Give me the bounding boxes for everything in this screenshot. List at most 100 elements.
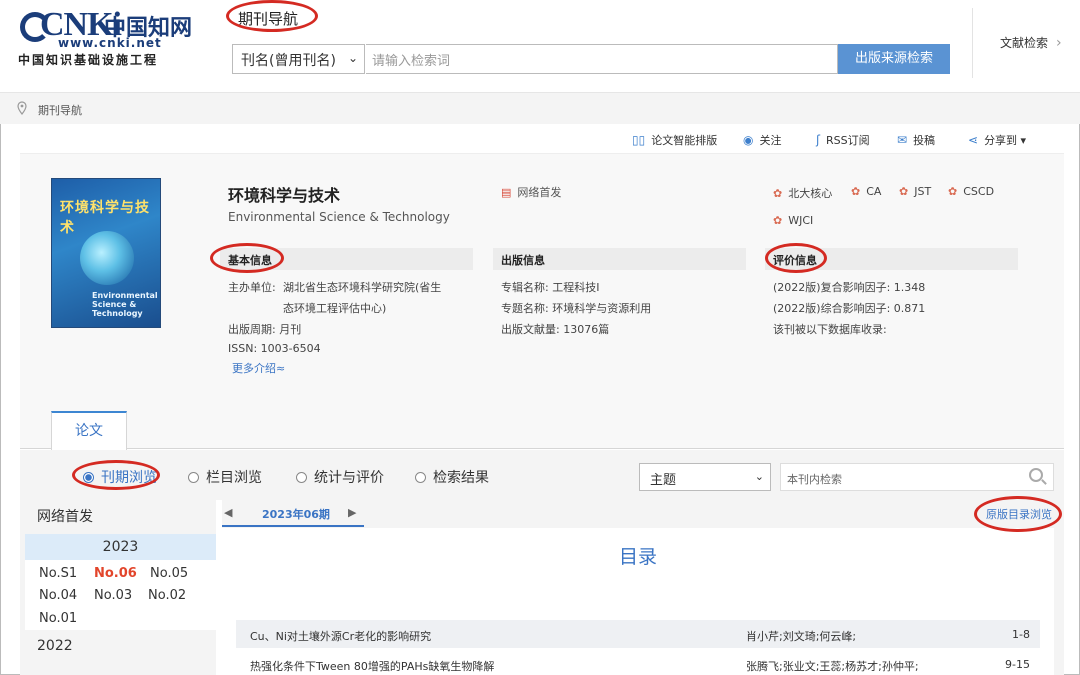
topic-name: 专题名称: 环境科学与资源利用: [501, 302, 652, 315]
rss-icon: ʃ: [816, 133, 821, 147]
chevron-down-icon: ⌄: [347, 51, 358, 65]
award-icon: ✿: [773, 187, 783, 200]
award-icon: ✿: [948, 185, 958, 198]
logo-subtitle: 中国知识基础设施工程: [18, 53, 159, 67]
network-first-heading[interactable]: 网络首发: [37, 506, 93, 526]
badge-label: 北大核心: [788, 187, 833, 200]
journal-title: 环境科学与技术: [228, 186, 341, 205]
location-pin-icon: [17, 101, 27, 115]
current-issue: 2023年06期: [262, 508, 330, 521]
badge-pku: ✿ 北大核心: [773, 185, 832, 201]
search-field-select[interactable]: 刊名(曾用刊名) ⌄: [232, 44, 365, 74]
issue-link[interactable]: No.S1: [39, 566, 77, 581]
article-authors[interactable]: 张腾飞;张业文;王蕊;杨苏才;孙仲平;: [746, 658, 919, 674]
site-header: CNKi 中国知网 www.cnki.net 中国知识基础设施工程 期刊导航 刊…: [0, 0, 1080, 92]
year-2022[interactable]: 2022: [37, 638, 73, 654]
radio-dot: [188, 472, 199, 483]
mail-icon: ✉: [897, 133, 908, 147]
article-row[interactable]: 热强化条件下Tween 80增强的PAHs缺氧生物降解 张腾飞;张业文;王蕊;杨…: [236, 650, 1040, 675]
radio-label: 统计与评价: [314, 470, 384, 486]
search-field-value: 刊名(曾用刊名): [241, 53, 336, 69]
radio-label: 检索结果: [433, 470, 489, 486]
cnki-logo[interactable]: CNKi 中国知网 www.cnki.net 中国知识基础设施工程: [18, 6, 198, 68]
compound-impact-factor: (2022版)复合影响因子: 1.348: [773, 281, 926, 294]
breadcrumb: 期刊导航: [0, 92, 1080, 124]
sponsor-label: 主办单位:: [228, 281, 276, 294]
tool-label: 论文智能排版: [651, 134, 718, 147]
database-inclusion: 该刊被以下数据库收录:: [773, 323, 887, 336]
search-input[interactable]: 请输入检索词: [366, 44, 838, 74]
badge-wjci: ✿ WJCI: [773, 214, 813, 227]
next-issue-button[interactable]: ▶: [348, 506, 356, 519]
article-pages: 1-8: [1012, 628, 1030, 641]
tab-papers[interactable]: 论文: [51, 411, 127, 450]
tool-label: RSS订阅: [826, 134, 870, 147]
article-pages: 9-15: [1005, 658, 1030, 671]
radio-label: 栏目浏览: [206, 470, 262, 486]
prev-issue-button[interactable]: ◀: [224, 506, 232, 519]
article-title[interactable]: Cu、Ni对土壤外源Cr老化的影响研究: [250, 628, 431, 644]
original-toc-link[interactable]: 原版目录浏览: [986, 506, 1052, 522]
share-button[interactable]: ⋖ 分享到 ▾: [968, 132, 1026, 148]
smart-layout-button[interactable]: ▯▯ 论文智能排版: [632, 132, 717, 148]
radio-column-browse[interactable]: 栏目浏览: [188, 467, 262, 487]
issue-view: ◀ 2023年06期 ▶ 原版目录浏览 目录 Cu、Ni对土壤外源Cr老化的影响…: [222, 500, 1064, 675]
browse-options: 刊期浏览 栏目浏览 统计与评价 检索结果 主题 ⌄ 本刊内检索: [20, 450, 1064, 500]
year-navigation: 网络首发 2023 No.S1 No.06 No.05 No.04 No.03 …: [20, 500, 216, 675]
divider: [972, 8, 973, 78]
more-info-link[interactable]: 更多介绍≈: [232, 360, 285, 376]
radio-dot: [296, 472, 307, 483]
literature-search-link[interactable]: 文献检索 ›: [1000, 34, 1062, 51]
tool-label: 投稿: [913, 134, 936, 147]
breadcrumb-item[interactable]: 期刊导航: [38, 102, 82, 118]
radio-issue-browse[interactable]: 刊期浏览: [83, 467, 157, 487]
award-icon: ✿: [773, 214, 783, 227]
article-authors[interactable]: 肖小芹;刘文琦;何云峰;: [746, 628, 856, 644]
badge-cscd: ✿ CSCD: [948, 185, 994, 198]
year-2023[interactable]: 2023: [25, 534, 216, 560]
publication-period: 出版周期: 月刊: [228, 323, 302, 336]
issue-link[interactable]: No.04: [39, 588, 77, 603]
network-first-label: 网络首发: [517, 186, 562, 199]
toc-title: 目录: [618, 546, 657, 568]
radio-dot: [415, 472, 426, 483]
literature-search-label: 文献检索: [1000, 36, 1049, 50]
issue-link[interactable]: No.02: [148, 588, 186, 603]
article-row[interactable]: Cu、Ni对土壤外源Cr老化的影响研究 肖小芹;刘文琦;何云峰; 1-8: [236, 620, 1040, 648]
journal-search-input[interactable]: 本刊内检索: [780, 463, 1054, 491]
share-icon: ⋖: [968, 133, 979, 147]
article-title[interactable]: 热强化条件下Tween 80增强的PAHs缺氧生物降解: [250, 658, 494, 674]
journal-cover[interactable]: 环境科学与技术 Environmental Science & Technolo…: [51, 178, 161, 328]
badge-label: CSCD: [963, 185, 995, 198]
search-icon[interactable]: [1029, 468, 1043, 482]
network-first-link[interactable]: ▤ 网络首发: [501, 184, 561, 200]
issue-switcher: ◀ 2023年06期 ▶: [222, 500, 364, 528]
table-of-contents: 目录 Cu、Ni对土壤外源Cr老化的影响研究 肖小芹;刘文琦;何云峰; 1-8 …: [222, 528, 1054, 675]
follow-button[interactable]: ◉ 关注: [743, 132, 781, 148]
search-button[interactable]: 出版来源检索: [838, 44, 950, 74]
issue-link[interactable]: No.01: [39, 611, 77, 626]
badge-label: JST: [914, 185, 932, 198]
tool-label: 关注: [759, 134, 782, 147]
issue-link-active[interactable]: No.06: [94, 566, 137, 581]
submit-button[interactable]: ✉ 投稿: [897, 132, 935, 148]
journal-info: 环境科学与技术 Environmental Science & Technolo…: [20, 154, 1064, 409]
comprehensive-impact-factor: (2022版)综合影响因子: 0.871: [773, 302, 926, 315]
journal-title-en: Environmental Science & Technology: [228, 210, 450, 224]
badge-label: WJCI: [788, 214, 814, 227]
tab-bar: 论文: [20, 409, 1064, 450]
document-icon: ▤: [501, 186, 512, 199]
radio-search-results[interactable]: 检索结果: [415, 467, 489, 487]
sponsor-value-1: 湖北省生态环境科学研究院(省生: [283, 281, 442, 294]
globe-image: [80, 231, 134, 285]
radio-statistics[interactable]: 统计与评价: [296, 467, 384, 487]
journal-content: ▯▯ 论文智能排版 ◉ 关注 ʃ RSS订阅 ✉ 投稿 ⋖ 分享到 ▾ 环境科学与技术 E…: [20, 124, 1064, 675]
topic-select[interactable]: 主题 ⌄: [639, 463, 771, 491]
issue-link[interactable]: No.03: [94, 588, 132, 603]
rss-button[interactable]: ʃ RSS订阅: [816, 132, 870, 148]
publication-count: 出版文献量: 13076篇: [501, 323, 610, 336]
issue-link[interactable]: No.05: [150, 566, 188, 581]
radio-dot: [83, 472, 94, 483]
badge-jst: ✿ JST: [899, 185, 931, 198]
journal-search-placeholder: 本刊内检索: [787, 473, 842, 486]
